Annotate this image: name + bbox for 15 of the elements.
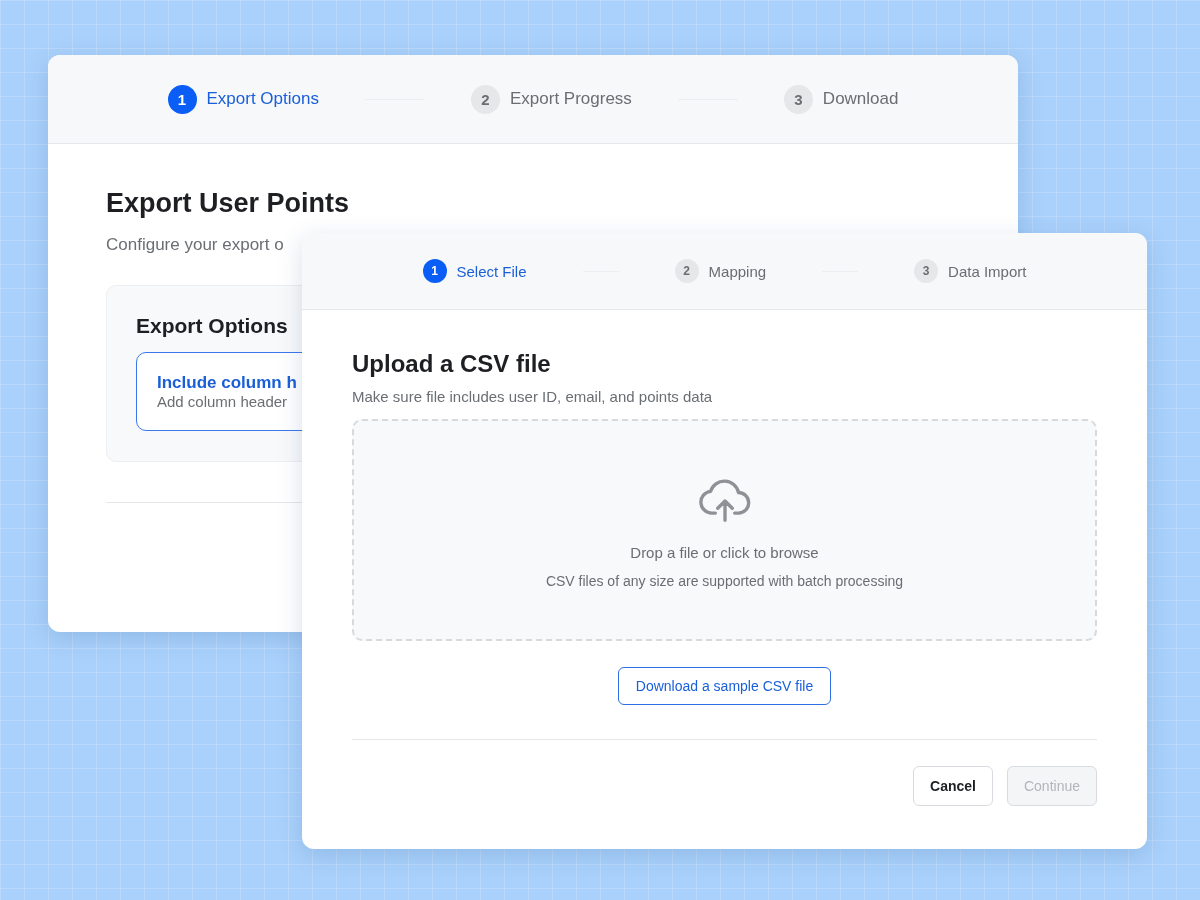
step-number: 3 [914,259,939,283]
dialog-title: Export User Points [106,188,351,219]
option-description: Add column header [157,393,288,410]
step-number: 2 [470,84,500,114]
dialog-subtitle: Configure your export o [106,235,284,255]
step-number: 2 [674,259,699,283]
step-number: 1 [422,259,447,283]
dialog-subtitle: Make sure file includes user ID, email, and points data [352,388,714,405]
drop-hint: CSV files of any size are supported with batch processing [545,572,904,589]
step-number: 3 [783,84,813,114]
drop-prompt: Drop a file or click to browse [630,543,819,561]
option-title: Include column h [157,373,297,393]
dialog-title: Upload a CSV file [352,350,552,378]
card-title: Export Options [136,314,289,338]
step-number: 1 [167,84,197,114]
